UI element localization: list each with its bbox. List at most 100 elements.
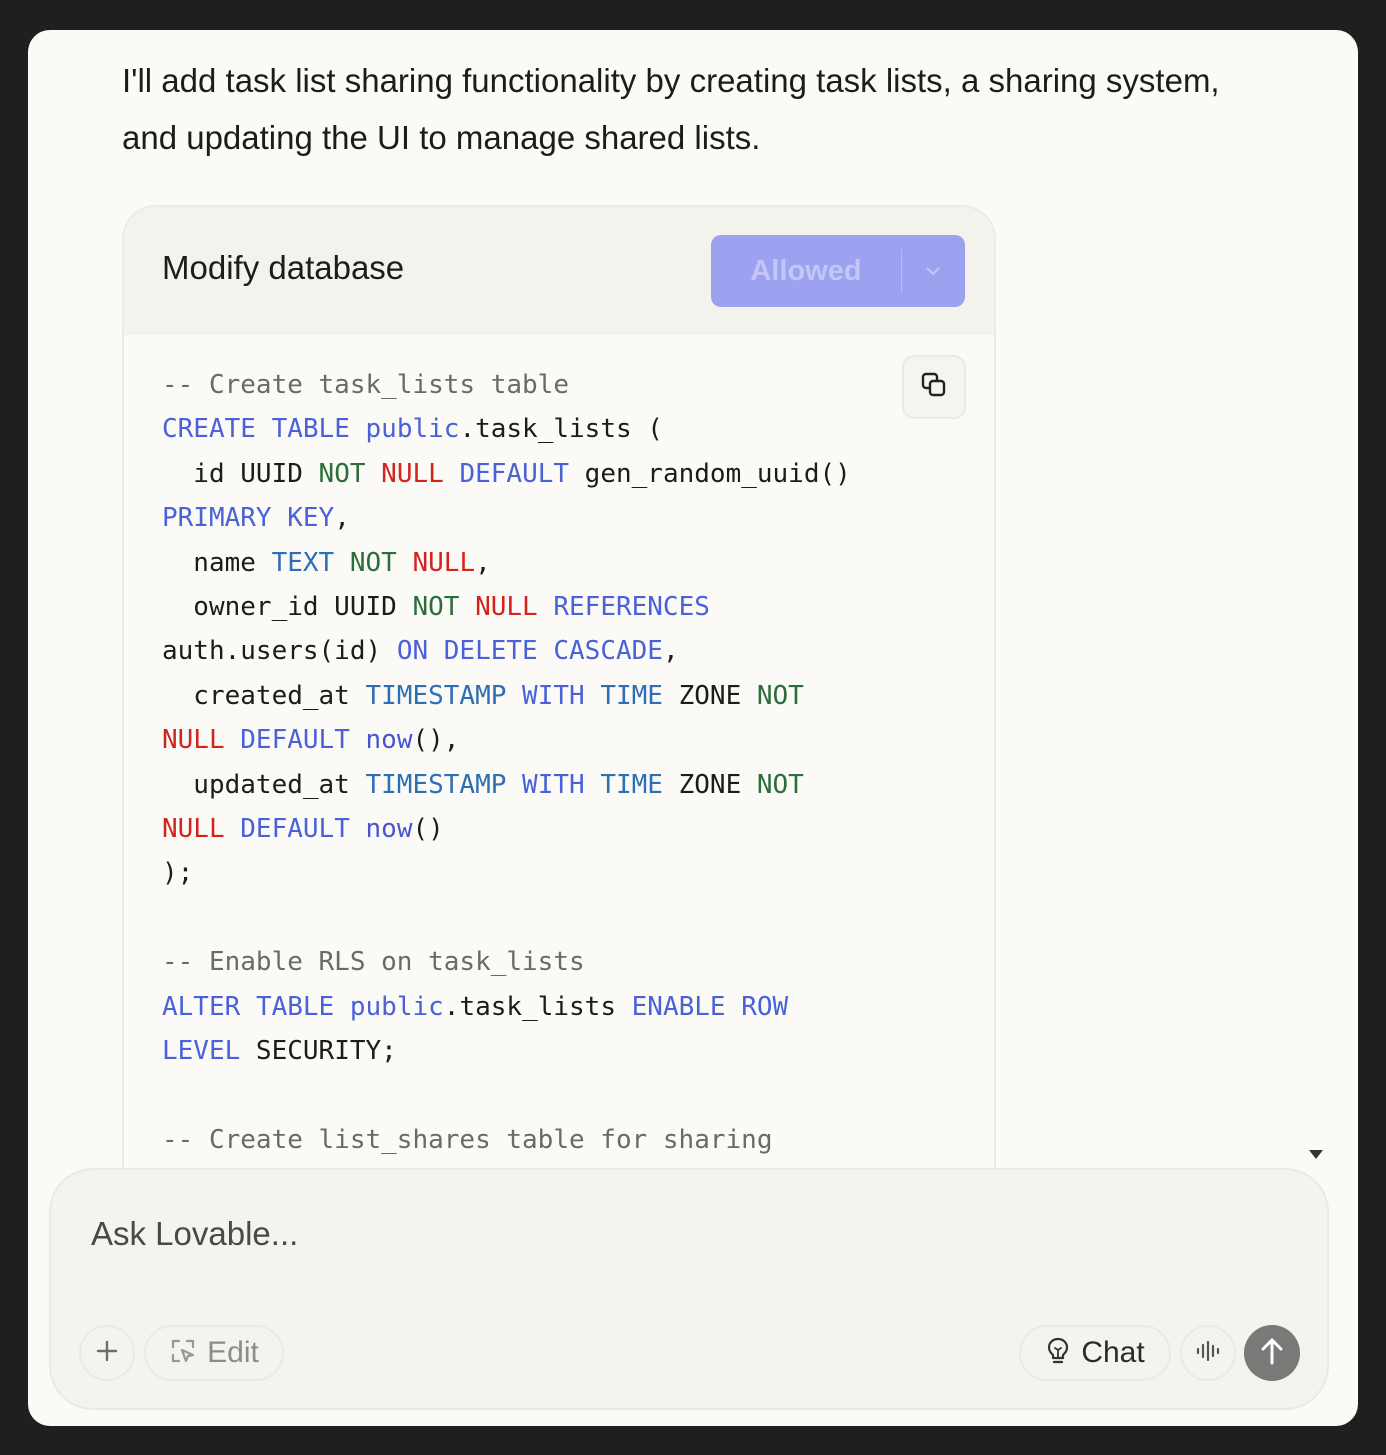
copy-button[interactable] [902, 355, 966, 419]
code-token: KEY [287, 503, 335, 534]
code-token: TIME [600, 769, 663, 800]
code-token: TABLE [271, 414, 350, 445]
chevron-down-icon[interactable] [901, 235, 965, 307]
code-token: (), [412, 725, 460, 756]
code-token: NOT [756, 769, 804, 800]
code-line: -- Create task_lists table [162, 363, 851, 407]
code-token: gen_random_uuid() [569, 458, 851, 489]
code-token: DEFAULT [459, 458, 570, 489]
plus-icon [96, 1340, 118, 1367]
code-token: .task_lists ( [459, 414, 663, 445]
copy-icon [919, 370, 949, 405]
code-token: DEFAULT [240, 814, 350, 845]
code-token: REFERENCES [553, 592, 710, 623]
code-line: ALTER TABLE public.task_lists ENABLE ROW [162, 985, 851, 1029]
code-token: -- Create task_lists table [162, 370, 569, 400]
code-line: PRIMARY KEY, [162, 496, 851, 540]
code-token: WITH [522, 769, 585, 800]
composer: Edit Chat [49, 1168, 1329, 1410]
voice-wave-icon [1195, 1340, 1221, 1367]
code-token: DEFAULT [240, 725, 350, 756]
cursor-select-icon [169, 1337, 197, 1370]
voice-button[interactable] [1180, 1325, 1236, 1381]
code-line: owner_id UUID NOT NULL REFERENCES [162, 585, 851, 629]
code-token: .task_lists [443, 991, 632, 1022]
code-line: ); [162, 851, 851, 895]
code-token: updated_at [162, 769, 366, 800]
code-token: , [475, 547, 491, 578]
code-line: LEVEL SECURITY; [162, 1029, 851, 1073]
code-token: () [412, 814, 444, 845]
code-token: NOT [756, 680, 804, 711]
code-line: created_at TIMESTAMP WITH TIME ZONE NOT [162, 674, 851, 718]
ask-input[interactable] [89, 1208, 1193, 1260]
code-token: , [662, 636, 679, 667]
edit-label: Edit [207, 1336, 259, 1369]
code-token: ); [162, 858, 194, 889]
edit-button[interactable]: Edit [144, 1325, 284, 1381]
assistant-message: I'll add task list sharing functionality… [122, 62, 1220, 156]
code-token: ZONE [662, 680, 757, 711]
allowed-button[interactable]: Allowed [711, 235, 965, 307]
code-token: NOT [349, 547, 397, 578]
chat-mode-button[interactable]: Chat [1019, 1325, 1171, 1381]
code-token: public [365, 414, 460, 445]
code-token: TEXT [271, 547, 335, 578]
code-token: name [162, 547, 272, 578]
code-line: CREATE TABLE public.task_lists ( [162, 407, 851, 451]
code-token: now [365, 725, 413, 756]
scrollbar-caret[interactable] [1309, 1150, 1323, 1159]
code-line: updated_at TIMESTAMP WITH TIME ZONE NOT [162, 763, 851, 807]
code-token: -- Create list_shares table for sharing [162, 1124, 773, 1155]
code-token: ALTER [162, 991, 241, 1022]
code-line: name TEXT NOT NULL, [162, 541, 851, 585]
modify-database-card: Modify database Allowed -- Create task_l… [122, 205, 996, 1209]
code-token: NULL [162, 725, 225, 756]
code-token: id UUID [162, 458, 319, 489]
code-token: -- Enable RLS on task_lists [162, 947, 585, 978]
code-token: TIMESTAMP [365, 769, 507, 800]
code-token: CASCADE [553, 636, 663, 667]
code-token: ZONE [662, 769, 757, 800]
code-token: SECURITY; [240, 1036, 397, 1067]
code-token: auth.users(id) [162, 636, 397, 667]
arrow-up-icon [1258, 1335, 1286, 1372]
code-line: NULL DEFAULT now(), [162, 718, 851, 762]
code-token: ON [396, 636, 429, 667]
code-line: NULL DEFAULT now() [162, 807, 851, 851]
code-token: ROW [741, 991, 789, 1022]
code-token: NOT [412, 592, 460, 623]
code-token: public [349, 991, 444, 1022]
code-token: PRIMARY [162, 503, 272, 534]
chat-window: I'll add task list sharing functionality… [28, 30, 1358, 1426]
send-button[interactable] [1244, 1325, 1300, 1381]
code-line: -- Enable RLS on task_lists [162, 940, 851, 984]
code-token: owner_id UUID [162, 592, 413, 623]
code-token: NOT [318, 458, 366, 489]
add-button[interactable] [79, 1325, 135, 1381]
code-token: now [365, 814, 413, 845]
code-token: TIME [600, 680, 663, 711]
code-token: NULL [381, 458, 444, 489]
code-token: TABLE [255, 991, 335, 1022]
lightbulb-icon [1045, 1336, 1071, 1371]
